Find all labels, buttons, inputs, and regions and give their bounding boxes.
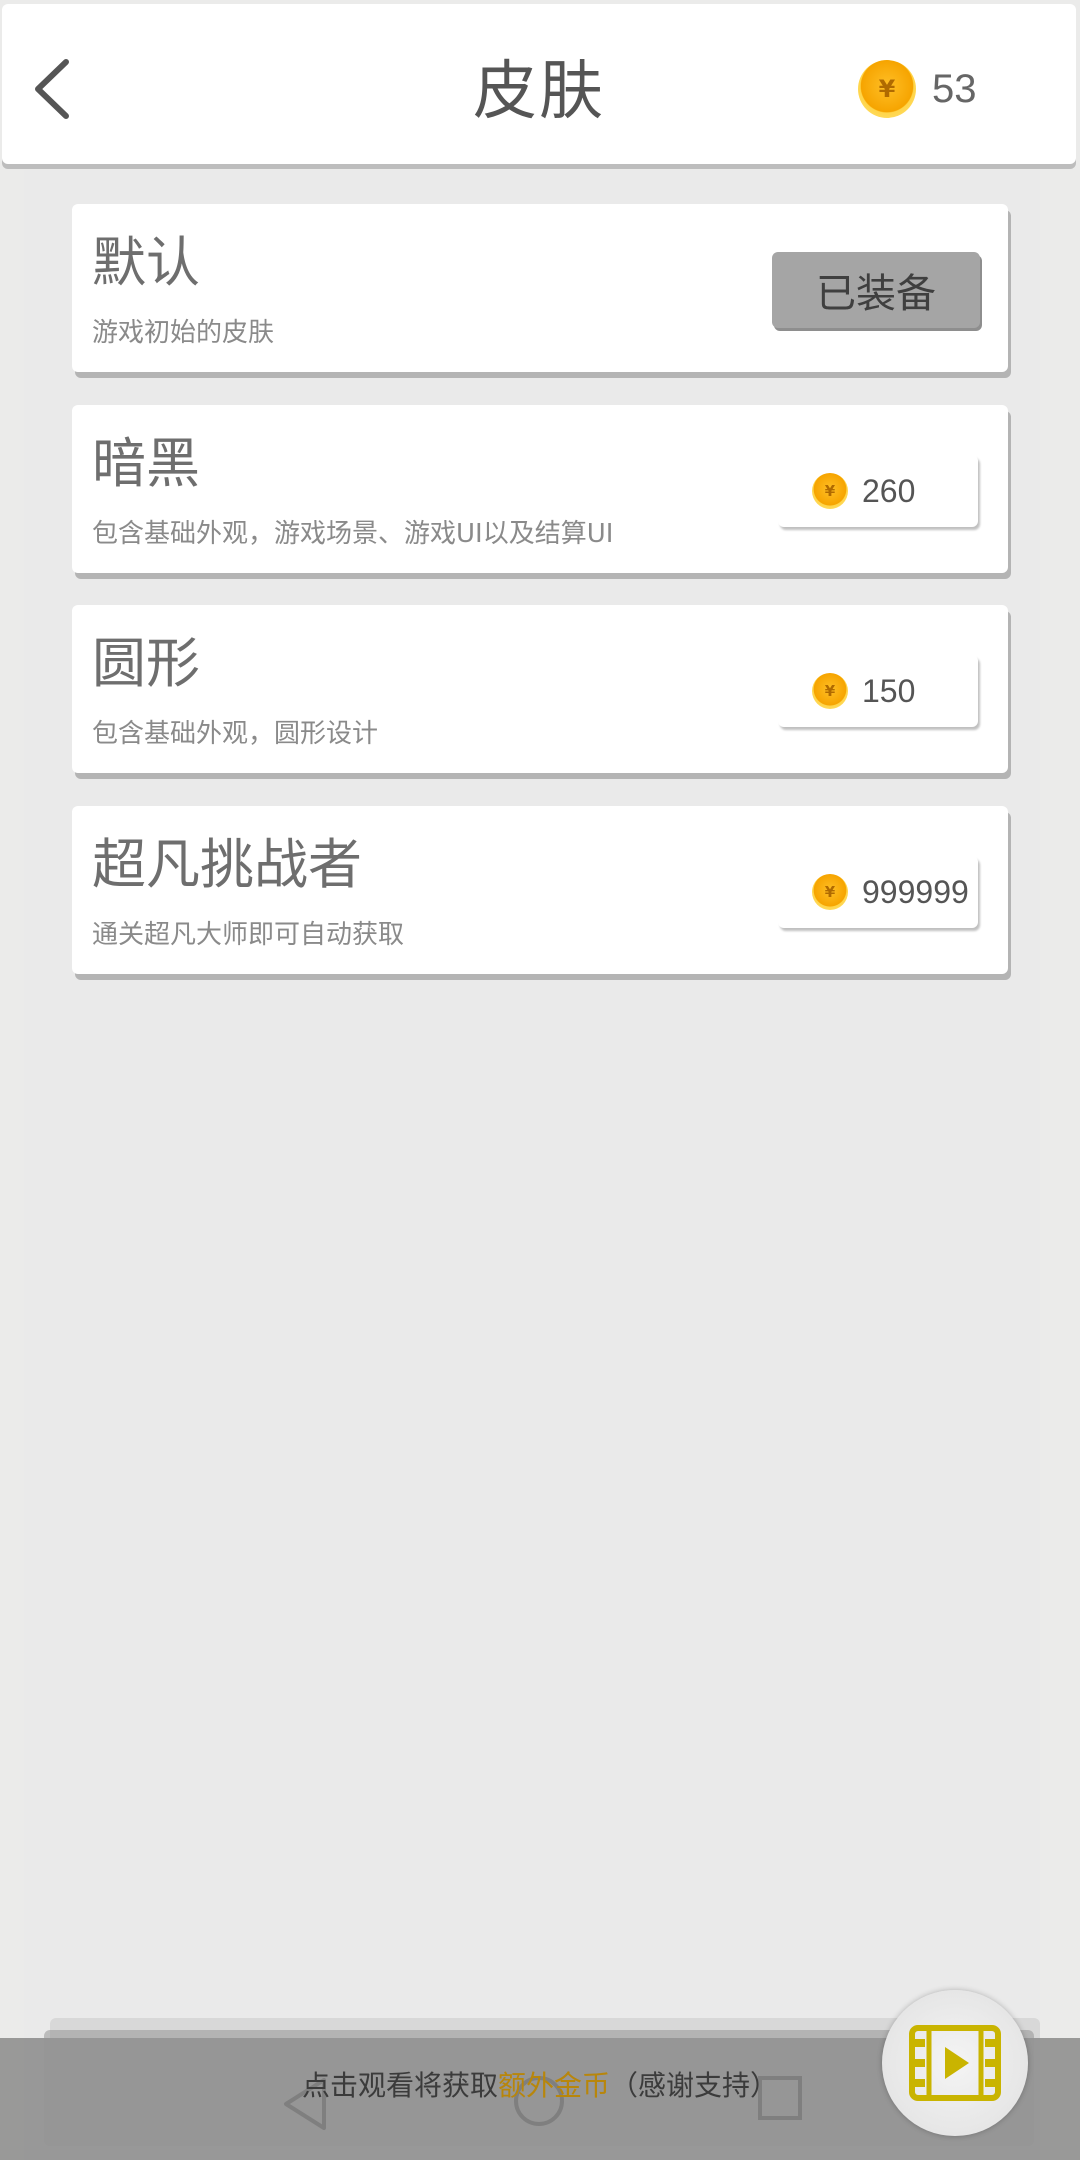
skin-description: 通关超凡大师即可自动获取 [92, 920, 405, 950]
price-value: 260 [862, 472, 916, 509]
skin-card-circle: 圆形 包含基础外观，圆形设计 ¥ 150 [72, 605, 1008, 773]
skin-description: 游戏初始的皮肤 [92, 318, 275, 348]
buy-button-challenger[interactable]: ¥ 999999 [778, 856, 978, 928]
coin-balance: ¥ 53 [858, 58, 977, 120]
buy-button-circle[interactable]: ¥ 150 [778, 655, 978, 727]
equipped-button[interactable]: 已装备 [772, 252, 980, 328]
skin-card-dark: 暗黑 包含基础外观，游戏场景、游戏UI以及结算UI ¥ 260 [72, 405, 1008, 573]
nav-back-button[interactable] [280, 2076, 330, 2132]
price-value: 999999 [862, 873, 969, 910]
skin-card-default: 默认 游戏初始的皮肤 已装备 [72, 204, 1008, 372]
coin-icon: ¥ [858, 60, 916, 118]
triangle-back-icon [284, 2078, 326, 2130]
skin-name: 超凡挑战者 [92, 833, 362, 896]
coin-icon: ¥ [812, 473, 848, 509]
coin-icon: ¥ [812, 673, 848, 709]
skin-description: 包含基础外观，游戏场景、游戏UI以及结算UI [92, 519, 614, 549]
skin-card-challenger: 超凡挑战者 通关超凡大师即可自动获取 ¥ 999999 [72, 806, 1008, 974]
watch-video-button[interactable] [882, 1990, 1028, 2136]
nav-recent-button[interactable] [758, 2076, 802, 2120]
skin-name: 默认 [92, 231, 200, 294]
nav-home-button[interactable] [514, 2076, 564, 2126]
skin-name: 圆形 [92, 632, 200, 695]
coin-count: 53 [932, 66, 977, 111]
price-value: 150 [862, 672, 916, 709]
skin-name: 暗黑 [92, 432, 200, 495]
header-bar: 皮肤 ¥ 53 [2, 4, 1076, 164]
skin-description: 包含基础外观，圆形设计 [92, 719, 379, 749]
buy-button-dark[interactable]: ¥ 260 [778, 455, 978, 527]
film-play-icon [909, 2025, 1001, 2101]
coin-icon: ¥ [812, 874, 848, 910]
